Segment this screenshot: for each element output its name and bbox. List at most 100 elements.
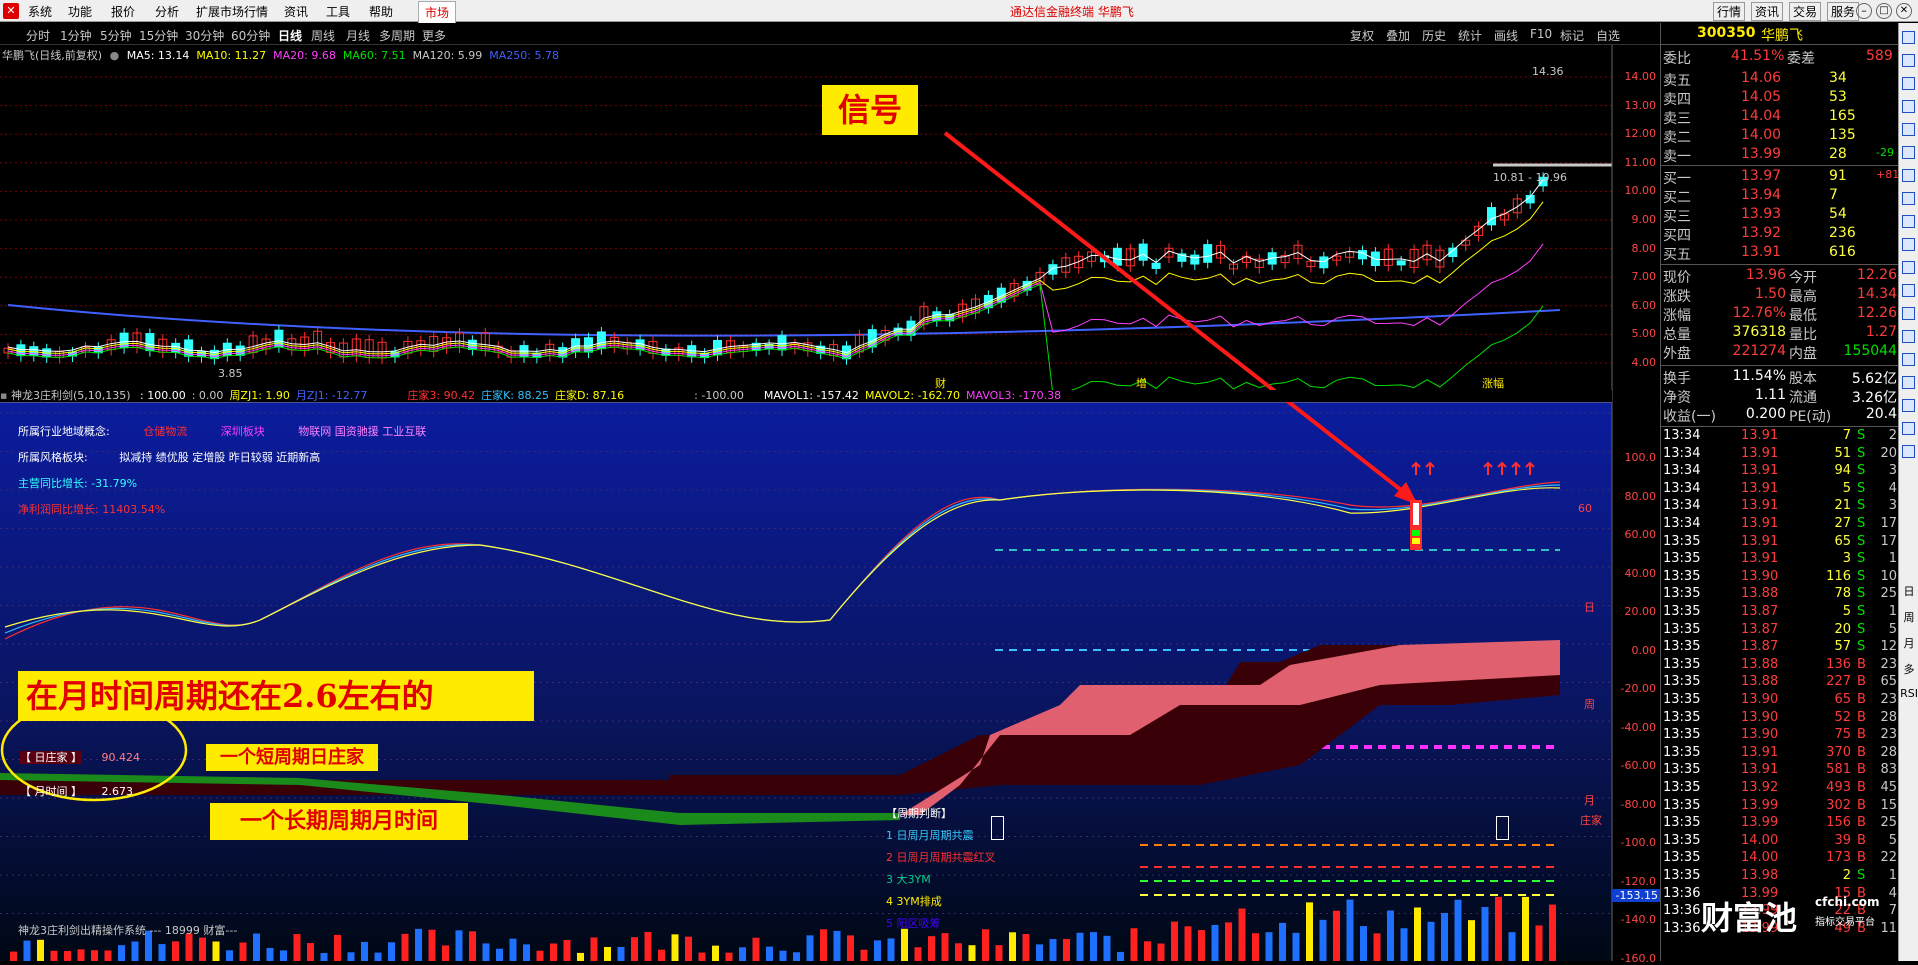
- toolbar-button-icon[interactable]: [1902, 445, 1915, 458]
- tick-row[interactable]: 13:35 13.88 78 S 25: [1661, 586, 1899, 604]
- tool-stats[interactable]: 统计: [1458, 27, 1482, 44]
- side-tab[interactable]: 周: [1899, 609, 1918, 625]
- menu-help[interactable]: 帮助: [369, 3, 393, 20]
- period-monthly[interactable]: 月线: [346, 27, 370, 44]
- restore-icon[interactable]: □: [1876, 3, 1892, 19]
- tick-row[interactable]: 13:34 13.91 7 S 2: [1661, 428, 1899, 446]
- tick-row[interactable]: 13:35 13.87 5 S 1: [1661, 604, 1899, 622]
- period-15min[interactable]: 15分钟: [139, 27, 178, 44]
- toolbar-button-icon[interactable]: [1902, 399, 1915, 412]
- menu-function[interactable]: 功能: [68, 3, 92, 20]
- ask-row-2[interactable]: 卖二 14.00 135: [1661, 127, 1899, 146]
- tick-row[interactable]: 13:35 13.88 227 B 65: [1661, 674, 1899, 692]
- menu-news[interactable]: 资讯: [284, 3, 308, 20]
- toolbar-button-icon[interactable]: [1902, 169, 1915, 182]
- tool-overlay[interactable]: 叠加: [1386, 27, 1410, 44]
- indicator-settings-icon[interactable]: ▪: [0, 389, 11, 402]
- industry-tag-2[interactable]: 深圳板块: [221, 425, 265, 438]
- close-icon[interactable]: ✕: [1896, 3, 1912, 19]
- tick-row[interactable]: 13:35 13.90 52 B 28: [1661, 710, 1899, 728]
- ask-row-5[interactable]: 卖五 14.06 34: [1661, 70, 1899, 89]
- bid-row-4[interactable]: 买四 13.92 236: [1661, 225, 1899, 244]
- bid-row-1[interactable]: 买一 13.97 91 +81: [1661, 168, 1899, 187]
- tick-row[interactable]: 13:35 13.87 20 S 5: [1661, 622, 1899, 640]
- ask-row-3[interactable]: 卖三 14.04 165: [1661, 108, 1899, 127]
- tick-row[interactable]: 13:35 13.91 3 S 1: [1661, 551, 1899, 569]
- ask-row-4[interactable]: 卖四 14.05 53: [1661, 89, 1899, 108]
- period-fenshi[interactable]: 分时: [26, 27, 50, 44]
- tick-row[interactable]: 13:35 13.91 581 B 83: [1661, 762, 1899, 780]
- toolbar-button-icon[interactable]: [1902, 238, 1915, 251]
- chart-settings-icon[interactable]: ●: [110, 49, 120, 62]
- menu-quote[interactable]: 报价: [111, 3, 135, 20]
- toolbar-button-icon[interactable]: [1902, 123, 1915, 136]
- bid-row-3[interactable]: 买三 13.93 54: [1661, 206, 1899, 225]
- period-1min[interactable]: 1分钟: [60, 27, 92, 44]
- tick-row[interactable]: 13:35 13.90 116 S 10: [1661, 569, 1899, 587]
- menu-system[interactable]: 系统: [28, 3, 52, 20]
- period-daily[interactable]: 日线: [278, 27, 302, 44]
- period-60min[interactable]: 60分钟: [231, 27, 270, 44]
- tick-row[interactable]: 13:34 13.91 51 S 20: [1661, 446, 1899, 464]
- tool-f10[interactable]: F10: [1530, 27, 1552, 41]
- tick-row[interactable]: 13:35 14.00 39 B 5: [1661, 833, 1899, 851]
- toolbar-button-icon[interactable]: [1902, 330, 1915, 343]
- toolbar-button-icon[interactable]: [1902, 261, 1915, 274]
- period-30min[interactable]: 30分钟: [185, 27, 224, 44]
- tick-row[interactable]: 13:35 14.00 173 B 22: [1661, 850, 1899, 868]
- app-logo-icon[interactable]: ✕: [3, 3, 19, 19]
- toolbar-button-icon[interactable]: [1902, 146, 1915, 159]
- tick-row[interactable]: 13:35 13.90 65 B 23: [1661, 692, 1899, 710]
- period-weekly[interactable]: 周线: [311, 27, 335, 44]
- toolbar-button-icon[interactable]: [1902, 284, 1915, 297]
- tick-row[interactable]: 13:35 13.99 302 B 15: [1661, 798, 1899, 816]
- tick-row[interactable]: 13:34 13.91 5 S 4: [1661, 481, 1899, 499]
- industry-tag-1[interactable]: 仓储物流: [143, 425, 187, 438]
- top-button-trade[interactable]: 交易: [1789, 2, 1822, 21]
- tick-row[interactable]: 13:35 13.99 156 B 25: [1661, 815, 1899, 833]
- tick-row[interactable]: 13:35 13.91 370 B 28: [1661, 745, 1899, 763]
- tool-draw[interactable]: 画线: [1494, 27, 1518, 44]
- tick-row[interactable]: 13:35 13.92 493 B 45: [1661, 780, 1899, 798]
- toolbar-button-icon[interactable]: [1902, 376, 1915, 389]
- toolbar-button-icon[interactable]: [1902, 307, 1915, 320]
- menu-tools[interactable]: 工具: [326, 3, 350, 20]
- side-tab[interactable]: 月: [1899, 635, 1918, 651]
- bid-row-2[interactable]: 买二 13.94 7: [1661, 187, 1899, 206]
- tool-watchlist[interactable]: 自选: [1596, 27, 1620, 44]
- industry-tag-3[interactable]: 物联网 国资驰援 工业互联: [298, 425, 426, 438]
- tool-fuquan[interactable]: 复权: [1350, 27, 1374, 44]
- toolbar-button-icon[interactable]: [1902, 192, 1915, 205]
- side-tab[interactable]: 多: [1899, 661, 1918, 677]
- toolbar-button-icon[interactable]: [1902, 100, 1915, 113]
- market-button[interactable]: 市场: [418, 1, 457, 24]
- tick-row[interactable]: 13:35 13.88 136 B 23: [1661, 657, 1899, 675]
- bid-row-5[interactable]: 买五 13.91 616: [1661, 244, 1899, 263]
- tick-row[interactable]: 13:35 13.87 57 S 12: [1661, 639, 1899, 657]
- side-tab[interactable]: 日: [1899, 583, 1918, 599]
- toolbar-button-icon[interactable]: [1902, 54, 1915, 67]
- top-button-quote[interactable]: 行情: [1713, 2, 1746, 21]
- tick-row[interactable]: 13:34 13.91 94 S 3: [1661, 463, 1899, 481]
- toolbar-button-icon[interactable]: [1902, 215, 1915, 228]
- tool-mark[interactable]: 标记: [1560, 27, 1584, 44]
- menu-analysis[interactable]: 分析: [155, 3, 179, 20]
- marker-zhangfu[interactable]: 涨幅: [1482, 375, 1504, 391]
- period-multi[interactable]: 多周期: [379, 27, 415, 44]
- tick-row[interactable]: 13:34 13.91 27 S 17: [1661, 516, 1899, 534]
- ask-row-1[interactable]: 卖一 13.99 28 -29: [1661, 146, 1899, 165]
- side-tab[interactable]: RSI: [1899, 687, 1918, 700]
- top-button-news[interactable]: 资讯: [1751, 2, 1784, 21]
- period-5min[interactable]: 5分钟: [100, 27, 132, 44]
- tick-row[interactable]: 13:34 13.91 21 S 3: [1661, 498, 1899, 516]
- minimize-icon[interactable]: –: [1856, 3, 1872, 19]
- toolbar-button-icon[interactable]: [1902, 31, 1915, 44]
- toolbar-button-icon[interactable]: [1902, 353, 1915, 366]
- period-more[interactable]: 更多: [422, 27, 446, 44]
- tick-row[interactable]: 13:35 13.98 2 S 1: [1661, 868, 1899, 886]
- marker-zeng[interactable]: 增: [1136, 375, 1147, 391]
- toolbar-button-icon[interactable]: [1902, 77, 1915, 90]
- toolbar-button-icon[interactable]: [1902, 422, 1915, 435]
- tick-row[interactable]: 13:35 13.90 75 B 23: [1661, 727, 1899, 745]
- top-button-service[interactable]: 服务: [1827, 2, 1860, 21]
